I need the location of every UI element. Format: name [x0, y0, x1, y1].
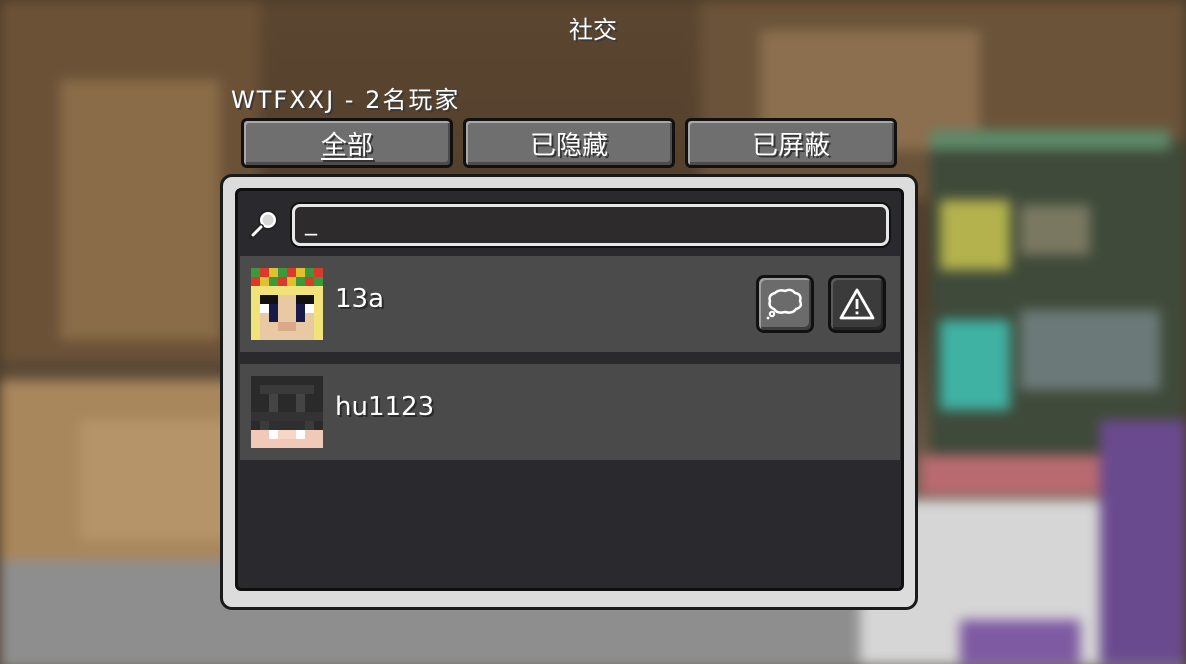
player-name: hu1123: [335, 392, 435, 422]
player-name: 13a: [335, 284, 385, 314]
warning-icon: [839, 288, 875, 320]
tab-blocked[interactable]: 已屏蔽: [685, 118, 897, 168]
player-row[interactable]: hu1123: [240, 364, 900, 460]
tab-all[interactable]: 全部: [241, 118, 453, 168]
player-search-input[interactable]: _: [292, 204, 889, 246]
tab-hidden-label: 已隐藏: [529, 130, 608, 161]
server-player-count: WTFXXJ - 2名玩家: [231, 86, 461, 114]
player-head-avatar: [251, 376, 323, 448]
tab-all-label: 全部: [320, 130, 373, 161]
chat-button[interactable]: [756, 275, 814, 333]
chat-icon: [766, 288, 803, 320]
screen-title: 社交: [569, 16, 617, 44]
game-screen: 社交 WTFXXJ - 2名玩家 全部 已隐藏 已屏蔽 _ 13a hu1123: [0, 0, 1186, 664]
player-row[interactable]: 13a: [240, 256, 900, 352]
report-button[interactable]: [828, 275, 886, 333]
tab-blocked-label: 已屏蔽: [751, 130, 830, 161]
magnifier-icon: [249, 210, 278, 239]
player-head-avatar: [251, 268, 323, 340]
tab-hidden[interactable]: 已隐藏: [463, 118, 675, 168]
